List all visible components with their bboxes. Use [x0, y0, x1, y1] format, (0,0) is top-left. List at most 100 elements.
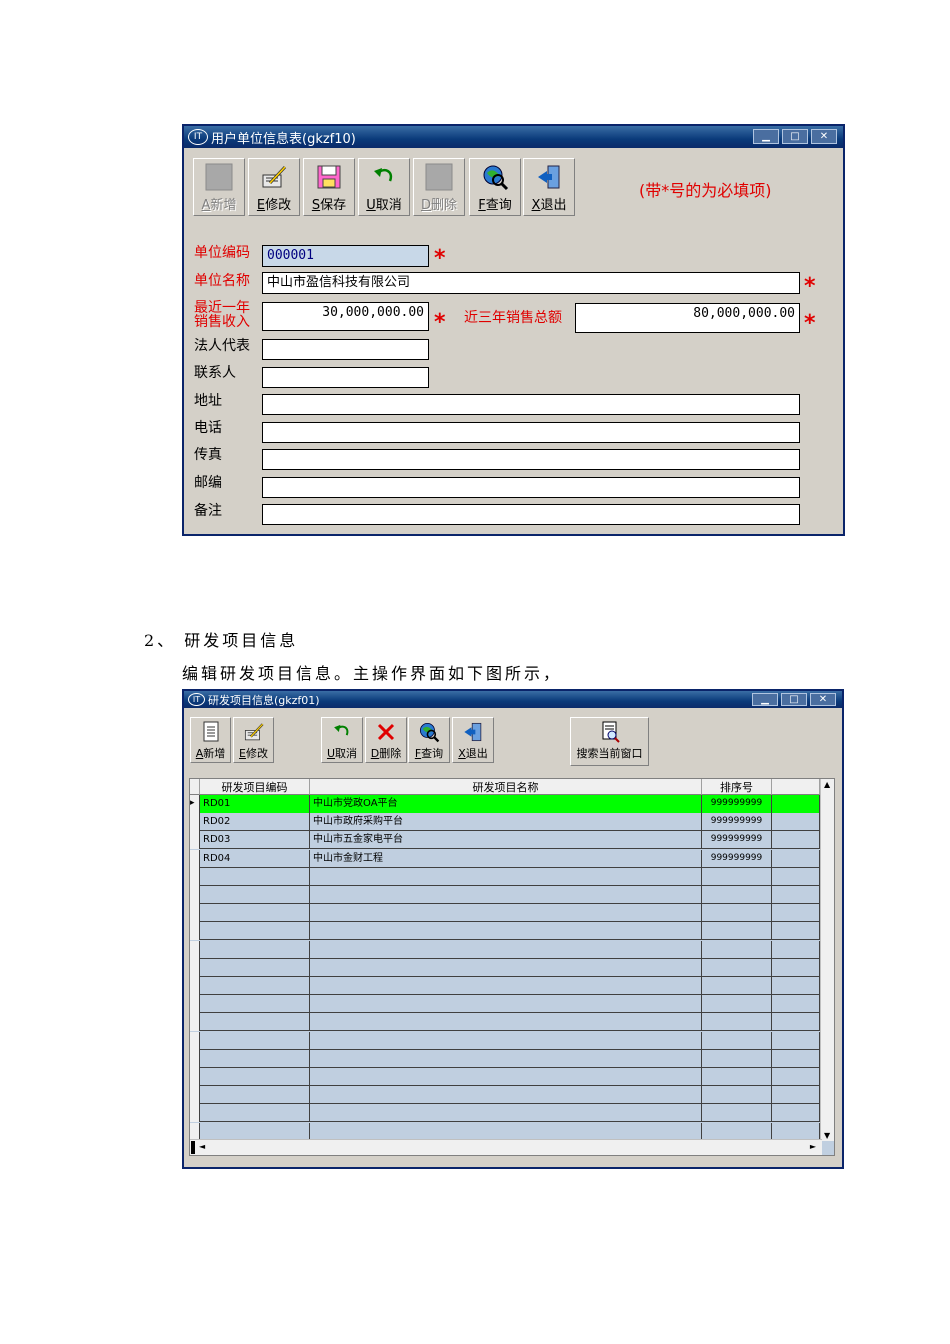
toolbar-u-button[interactable]: U取消 [321, 717, 363, 763]
toolbar-f-button[interactable]: F查询 [469, 158, 521, 216]
table-cell[interactable] [200, 1086, 310, 1105]
sales-income-field[interactable]: 30,000,000.00 [262, 302, 429, 331]
table-row[interactable] [190, 940, 820, 959]
table-cell[interactable] [702, 1068, 772, 1086]
table-cell[interactable] [772, 1031, 820, 1050]
table-row[interactable] [190, 977, 820, 995]
table-cell[interactable] [310, 1086, 702, 1105]
table-cell[interactable]: RD01 [200, 795, 310, 813]
table-cell[interactable]: RD04 [200, 849, 310, 868]
table-cell[interactable] [310, 977, 702, 995]
table-cell[interactable] [310, 958, 702, 977]
table-cell[interactable] [702, 886, 772, 904]
table-cell[interactable] [772, 867, 820, 886]
table-cell[interactable] [702, 1104, 772, 1123]
minimize-icon[interactable]: ▁ [752, 693, 778, 706]
table-cell[interactable] [310, 1122, 702, 1141]
table-cell[interactable] [310, 1068, 702, 1086]
scroll-left-icon[interactable]: ◄ [199, 1142, 205, 1151]
table-cell[interactable] [310, 922, 702, 941]
vertical-scrollbar[interactable]: ▲ ▼ [820, 779, 834, 1141]
table-cell[interactable] [200, 922, 310, 941]
table-cell[interactable] [200, 995, 310, 1014]
table-cell[interactable] [772, 849, 820, 868]
table-row[interactable]: RD03 中山市五金家电平台 999999999 [190, 831, 820, 850]
contact-field[interactable] [262, 367, 429, 388]
minimize-icon[interactable]: ▁ [753, 129, 779, 144]
scroll-up-icon[interactable]: ▲ [824, 780, 830, 789]
table-cell[interactable]: RD02 [200, 813, 310, 832]
table-cell[interactable] [772, 886, 820, 904]
table-cell[interactable] [772, 1122, 820, 1141]
table-row[interactable]: ▸ RD01 中山市党政OA平台 999999999 [190, 795, 820, 813]
legal-rep-field[interactable] [262, 339, 429, 360]
table-cell[interactable] [772, 813, 820, 832]
table-cell[interactable] [310, 904, 702, 923]
table-row[interactable]: RD04 中山市金财工程 999999999 [190, 849, 820, 868]
table-row[interactable] [190, 1104, 820, 1123]
column-header-order[interactable]: 排序号 [702, 779, 772, 795]
table-cell[interactable] [702, 1031, 772, 1050]
phone-field[interactable] [262, 422, 800, 443]
table-cell[interactable]: RD03 [200, 831, 310, 850]
table-row[interactable]: RD02 中山市政府采购平台 999999999 [190, 813, 820, 832]
table-cell[interactable] [702, 904, 772, 923]
rd-project-titlebar[interactable]: IT 研发项目信息(gkzf01) ▁ □ ✕ [184, 691, 842, 708]
table-cell[interactable] [772, 977, 820, 995]
table-cell[interactable] [310, 1104, 702, 1123]
unit-info-titlebar[interactable]: IT 用户单位信息表(gkzf10) ▁ □ ✕ [184, 126, 843, 148]
table-cell[interactable] [772, 904, 820, 923]
table-cell[interactable] [702, 867, 772, 886]
table-row[interactable] [190, 958, 820, 977]
maximize-icon[interactable]: □ [782, 129, 808, 144]
table-cell[interactable] [772, 995, 820, 1014]
three-year-sales-field[interactable]: 80,000,000.00 [575, 303, 800, 333]
table-cell[interactable] [200, 977, 310, 995]
table-cell[interactable] [200, 904, 310, 923]
table-cell[interactable]: 999999999 [702, 795, 772, 813]
table-cell[interactable]: 中山市金财工程 [310, 849, 702, 868]
toolbar-x-button[interactable]: X退出 [523, 158, 575, 216]
table-row[interactable] [190, 886, 820, 904]
table-cell[interactable] [200, 940, 310, 959]
unit-name-field[interactable]: 中山市盈信科技有限公司 [262, 272, 800, 294]
toolbar-a-button[interactable]: A新增 [190, 717, 231, 763]
table-cell[interactable] [772, 922, 820, 941]
toolbar-e-button[interactable]: E修改 [233, 717, 274, 763]
table-cell[interactable] [200, 886, 310, 904]
table-cell[interactable]: 中山市政府采购平台 [310, 813, 702, 832]
table-cell[interactable]: 中山市五金家电平台 [310, 831, 702, 850]
toolbar-f-button[interactable]: F查询 [408, 717, 450, 763]
table-cell[interactable] [200, 867, 310, 886]
table-cell[interactable] [772, 940, 820, 959]
toolbar-e-button[interactable]: E修改 [248, 158, 300, 216]
table-cell[interactable] [702, 922, 772, 941]
table-cell[interactable] [772, 1049, 820, 1068]
table-row[interactable] [190, 1013, 820, 1032]
table-cell[interactable] [200, 958, 310, 977]
table-cell[interactable] [702, 995, 772, 1014]
search-window-button[interactable]: 搜索当前窗口 [570, 717, 649, 766]
table-row[interactable] [190, 922, 820, 941]
table-row[interactable] [190, 867, 820, 886]
close-icon[interactable]: ✕ [810, 693, 836, 706]
table-row[interactable] [190, 1031, 820, 1050]
scroll-thumb[interactable] [191, 1141, 195, 1154]
table-cell[interactable] [200, 1122, 310, 1141]
address-field[interactable] [262, 394, 800, 415]
toolbar-u-button[interactable]: U取消 [358, 158, 410, 216]
table-cell[interactable] [702, 958, 772, 977]
toolbar-d-button[interactable]: D删除 [365, 717, 407, 763]
table-cell[interactable] [772, 1104, 820, 1123]
table-cell[interactable] [200, 1068, 310, 1086]
table-cell[interactable]: 中山市党政OA平台 [310, 795, 702, 813]
fax-field[interactable] [262, 449, 800, 470]
table-row[interactable] [190, 1086, 820, 1105]
table-cell[interactable] [200, 1049, 310, 1068]
toolbar-s-button[interactable]: S保存 [303, 158, 355, 216]
table-cell[interactable] [310, 940, 702, 959]
close-icon[interactable]: ✕ [811, 129, 837, 144]
table-cell[interactable] [772, 1068, 820, 1086]
table-row[interactable] [190, 904, 820, 923]
maximize-icon[interactable]: □ [781, 693, 807, 706]
